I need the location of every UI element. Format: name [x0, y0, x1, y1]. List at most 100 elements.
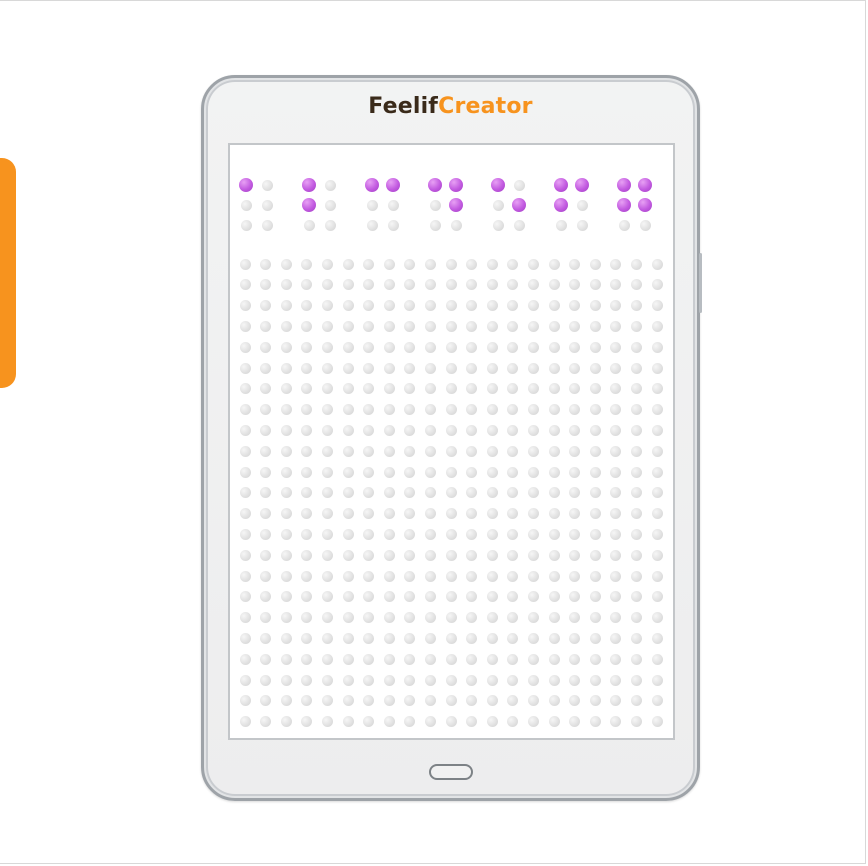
grid-dot[interactable] — [424, 549, 436, 561]
grid-dot[interactable] — [651, 528, 663, 540]
grid-dot[interactable] — [486, 508, 498, 520]
grid-dot[interactable] — [527, 716, 539, 728]
grid-dot[interactable] — [404, 674, 416, 686]
grid-dot[interactable] — [280, 591, 292, 603]
grid-dot[interactable] — [321, 341, 333, 353]
grid-dot[interactable] — [383, 653, 395, 665]
grid-dot[interactable] — [363, 466, 375, 478]
grid-dot[interactable] — [589, 695, 601, 707]
grid-dot[interactable] — [239, 508, 251, 520]
grid-dot[interactable] — [466, 466, 478, 478]
grid-dot[interactable] — [466, 570, 478, 582]
grid-dot[interactable] — [239, 653, 251, 665]
grid-dot[interactable] — [569, 549, 581, 561]
grid-dot[interactable] — [342, 508, 354, 520]
grid-dot[interactable] — [507, 404, 519, 416]
grid-dot[interactable] — [610, 508, 622, 520]
grid-dot[interactable] — [569, 528, 581, 540]
braille-dot-flat[interactable] — [303, 219, 315, 231]
grid-dot[interactable] — [424, 362, 436, 374]
grid-dot[interactable] — [445, 508, 457, 520]
grid-dot[interactable] — [569, 341, 581, 353]
grid-dot[interactable] — [363, 674, 375, 686]
grid-dot[interactable] — [610, 383, 622, 395]
grid-dot[interactable] — [239, 487, 251, 499]
grid-dot[interactable] — [445, 445, 457, 457]
braille-dot-raised[interactable] — [449, 198, 463, 212]
grid-dot[interactable] — [342, 653, 354, 665]
grid-dot[interactable] — [363, 404, 375, 416]
grid-dot[interactable] — [301, 528, 313, 540]
grid-dot[interactable] — [651, 508, 663, 520]
grid-dot[interactable] — [569, 300, 581, 312]
grid-dot[interactable] — [630, 320, 642, 332]
grid-dot[interactable] — [363, 716, 375, 728]
grid-dot[interactable] — [280, 508, 292, 520]
grid-dot[interactable] — [569, 320, 581, 332]
grid-dot[interactable] — [589, 508, 601, 520]
grid-dot[interactable] — [260, 279, 272, 291]
grid-dot[interactable] — [383, 424, 395, 436]
grid-dot[interactable] — [466, 674, 478, 686]
grid-dot[interactable] — [363, 528, 375, 540]
grid-dot[interactable] — [507, 320, 519, 332]
grid-dot[interactable] — [548, 362, 560, 374]
grid-dot[interactable] — [486, 632, 498, 644]
grid-dot[interactable] — [404, 341, 416, 353]
grid-dot[interactable] — [589, 716, 601, 728]
braille-dot-raised[interactable] — [302, 178, 316, 192]
grid-dot[interactable] — [630, 279, 642, 291]
grid-dot[interactable] — [321, 695, 333, 707]
grid-dot[interactable] — [548, 528, 560, 540]
grid-dot[interactable] — [342, 528, 354, 540]
braille-dot-raised[interactable] — [449, 178, 463, 192]
grid-dot[interactable] — [569, 383, 581, 395]
grid-dot[interactable] — [342, 549, 354, 561]
grid-dot[interactable] — [321, 445, 333, 457]
braille-dot-raised[interactable] — [512, 198, 526, 212]
grid-dot[interactable] — [630, 612, 642, 624]
grid-dot[interactable] — [610, 258, 622, 270]
grid-dot[interactable] — [610, 549, 622, 561]
grid-dot[interactable] — [651, 445, 663, 457]
grid-dot[interactable] — [424, 320, 436, 332]
grid-dot[interactable] — [321, 653, 333, 665]
grid-dot[interactable] — [383, 466, 395, 478]
grid-dot[interactable] — [239, 258, 251, 270]
grid-dot[interactable] — [363, 320, 375, 332]
grid-dot[interactable] — [342, 591, 354, 603]
grid-dot[interactable] — [507, 695, 519, 707]
grid-dot[interactable] — [280, 300, 292, 312]
grid-dot[interactable] — [527, 362, 539, 374]
grid-dot[interactable] — [507, 341, 519, 353]
grid-dot[interactable] — [527, 674, 539, 686]
grid-dot[interactable] — [466, 528, 478, 540]
grid-dot[interactable] — [321, 466, 333, 478]
grid-dot[interactable] — [589, 424, 601, 436]
grid-dot[interactable] — [301, 258, 313, 270]
grid-dot[interactable] — [383, 716, 395, 728]
grid-dot[interactable] — [383, 404, 395, 416]
grid-dot[interactable] — [301, 674, 313, 686]
grid-dot[interactable] — [610, 570, 622, 582]
grid-dot[interactable] — [239, 383, 251, 395]
grid-dot[interactable] — [548, 612, 560, 624]
grid-dot[interactable] — [404, 695, 416, 707]
grid-dot[interactable] — [589, 612, 601, 624]
grid-dot[interactable] — [280, 445, 292, 457]
grid-dot[interactable] — [569, 508, 581, 520]
grid-dot[interactable] — [383, 445, 395, 457]
grid-dot[interactable] — [383, 383, 395, 395]
grid-dot[interactable] — [363, 445, 375, 457]
grid-dot[interactable] — [651, 279, 663, 291]
grid-dot[interactable] — [569, 424, 581, 436]
grid-dot[interactable] — [321, 424, 333, 436]
grid-dot[interactable] — [466, 549, 478, 561]
grid-dot[interactable] — [630, 632, 642, 644]
grid-dot[interactable] — [424, 674, 436, 686]
grid-dot[interactable] — [569, 632, 581, 644]
grid-dot[interactable] — [486, 716, 498, 728]
grid-dot[interactable] — [610, 404, 622, 416]
grid-dot[interactable] — [548, 570, 560, 582]
grid-dot[interactable] — [445, 362, 457, 374]
